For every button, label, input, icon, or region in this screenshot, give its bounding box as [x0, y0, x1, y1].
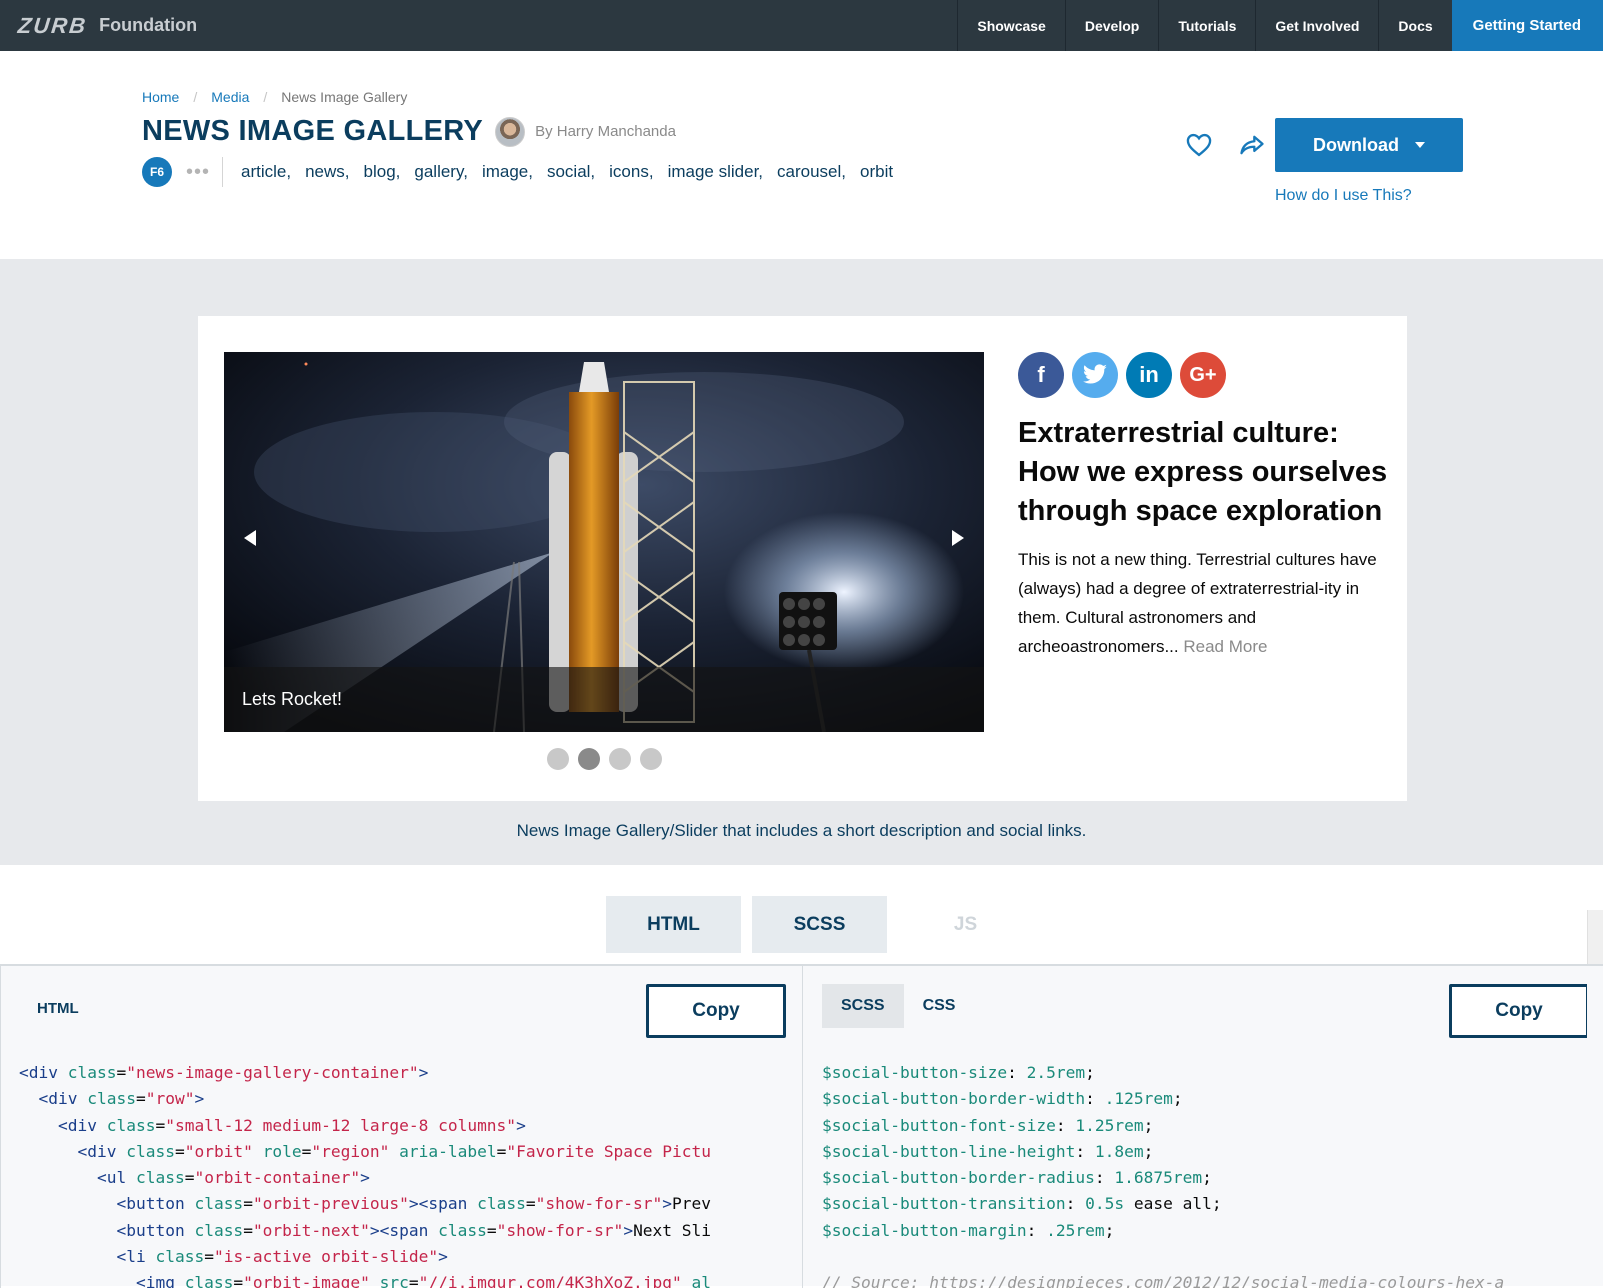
code-line: <div class="orbit" role="region" aria-la… — [77, 1141, 712, 1161]
code-line: $social-button-margin: .25rem; — [822, 1220, 1115, 1240]
breadcrumb-current: News Image Gallery — [281, 89, 408, 105]
brand-name: Foundation — [99, 15, 198, 35]
twitter-icon[interactable] — [1072, 352, 1118, 398]
tag-item[interactable]: image slider, — [668, 162, 763, 182]
facebook-icon[interactable]: f — [1018, 352, 1064, 398]
main-nav: Showcase Develop Tutorials Get Involved … — [957, 0, 1603, 51]
tab-scss[interactable]: SCSS — [752, 896, 887, 953]
article-title: Extraterrestrial culture: How we express… — [1018, 417, 1388, 527]
code-line: <button class="orbit-next"><span class="… — [116, 1220, 712, 1240]
code-line: $social-button-border-width: .125rem; — [822, 1089, 1183, 1109]
page-title: NEWS IMAGE GALLERY — [142, 115, 484, 147]
brand[interactable]: ZURB Foundation — [0, 0, 197, 51]
author-name[interactable]: By Harry Manchanda — [535, 123, 676, 140]
slider-next-button[interactable] — [952, 530, 964, 546]
title-row: NEWS IMAGE GALLERY By Harry Manchanda — [142, 115, 676, 148]
code-tabs: HTML SCSS JS — [606, 896, 1044, 953]
author-avatar[interactable] — [495, 116, 526, 147]
heart-icon[interactable] — [1185, 131, 1213, 159]
code-line: <div class="row"> — [38, 1089, 205, 1109]
subtab-scss[interactable]: SCSS — [822, 984, 904, 1028]
code-line: <div class="small-12 medium-12 large-8 c… — [57, 1115, 526, 1135]
preview-card: Lets Rocket! f in G+ Extraterrestrial cu… — [198, 316, 1407, 801]
code-line: $social-button-font-size: 1.25rem; — [822, 1115, 1154, 1135]
share-icon[interactable] — [1238, 131, 1266, 159]
copy-html-button[interactable]: Copy — [646, 984, 786, 1038]
download-button[interactable]: Download — [1275, 118, 1463, 172]
tag-item[interactable]: orbit — [860, 162, 893, 182]
nav-tutorials[interactable]: Tutorials — [1158, 0, 1255, 51]
tab-html[interactable]: HTML — [606, 896, 741, 953]
showcase-area: Lets Rocket! f in G+ Extraterrestrial cu… — [0, 259, 1603, 865]
tag-item[interactable]: blog, — [364, 162, 401, 182]
slider-bullet-3[interactable] — [609, 748, 631, 770]
nav-develop[interactable]: Develop — [1064, 0, 1158, 51]
slider-bullet-4[interactable] — [640, 748, 662, 770]
tab-js[interactable]: JS — [898, 896, 1033, 953]
nav-get-involved[interactable]: Get Involved — [1255, 0, 1378, 51]
download-label: Download — [1313, 134, 1399, 155]
zurb-logo: ZURB — [16, 12, 89, 38]
slider-previous-button[interactable] — [244, 530, 256, 546]
code-line: $social-button-size: 2.5rem; — [822, 1063, 1095, 1082]
code-area: HTML Copy <div class="news-image-gallery… — [0, 964, 1603, 1288]
more-icon[interactable]: ••• — [186, 162, 210, 182]
top-navbar: ZURB Foundation Showcase Develop Tutoria… — [0, 0, 1603, 51]
slide-caption: Lets Rocket! — [224, 667, 984, 732]
how-to-use-link[interactable]: How do I use This? — [1275, 187, 1412, 205]
html-panel-label: HTML — [37, 1000, 79, 1017]
copy-scss-button[interactable]: Copy — [1449, 984, 1587, 1038]
showcase-description: News Image Gallery/Slider that includes … — [516, 821, 1087, 840]
version-badge: F6 — [142, 157, 172, 187]
nav-showcase[interactable]: Showcase — [957, 0, 1064, 51]
code-line: $social-button-line-height: 1.8em; — [822, 1141, 1154, 1161]
caret-down-icon — [1415, 142, 1425, 148]
code-line: <div class="news-image-gallery-container… — [19, 1063, 429, 1082]
slider-bullet-1[interactable] — [547, 748, 569, 770]
nav-docs[interactable]: Docs — [1378, 0, 1451, 51]
tag-item[interactable]: carousel, — [777, 162, 846, 182]
breadcrumb-home[interactable]: Home — [142, 89, 179, 105]
page-header: Home / Media / News Image Gallery NEWS I… — [0, 51, 1603, 259]
code-line: <button class="orbit-previous"><span cla… — [116, 1194, 712, 1214]
meta-row: F6 ••• article, news, blog, gallery, ima… — [142, 157, 907, 187]
tag-item[interactable]: icons, — [609, 162, 653, 182]
scss-code-panel: SCSS CSS Copy $social-button-size: 2.5re… — [804, 966, 1587, 1288]
google-plus-icon[interactable]: G+ — [1180, 352, 1226, 398]
article-excerpt: This is not a new thing. Terrestrial cul… — [1018, 545, 1388, 661]
breadcrumb-media[interactable]: Media — [211, 89, 249, 105]
style-subtabs: SCSS CSS — [822, 984, 974, 1028]
tag-list: article, news, blog, gallery, image, soc… — [241, 162, 907, 182]
code-line: $social-button-transition: 0.5s ease all… — [822, 1194, 1222, 1214]
breadcrumb-separator: / — [263, 89, 268, 105]
divider — [222, 157, 224, 187]
slider-bullets — [547, 748, 671, 770]
code-line: <li class="is-active orbit-slide"> — [116, 1247, 448, 1267]
breadcrumb: Home / Media / News Image Gallery — [142, 89, 407, 105]
tag-item[interactable]: gallery, — [414, 162, 468, 182]
code-line: <ul class="orbit-container"> — [96, 1168, 370, 1188]
article-panel: f in G+ Extraterrestrial culture: How we… — [1018, 352, 1388, 661]
social-links: f in G+ — [1018, 352, 1388, 398]
twitter-bird-icon — [1082, 364, 1107, 384]
html-code-block[interactable]: <div class="news-image-gallery-container… — [19, 1060, 711, 1288]
tag-item[interactable]: news, — [305, 162, 349, 182]
linkedin-icon[interactable]: in — [1126, 352, 1172, 398]
html-code-panel: HTML Copy <div class="news-image-gallery… — [0, 966, 803, 1288]
subtab-css[interactable]: CSS — [904, 984, 975, 1028]
scss-code-block[interactable]: $social-button-size: 2.5rem; $social-but… — [822, 1060, 1504, 1288]
tag-item[interactable]: social, — [547, 162, 595, 182]
orbit-slider[interactable]: Lets Rocket! — [224, 352, 984, 732]
breadcrumb-separator: / — [193, 89, 198, 105]
slider-bullet-2[interactable] — [578, 748, 600, 770]
tag-item[interactable]: article, — [241, 162, 291, 182]
getting-started-button[interactable]: Getting Started — [1451, 0, 1603, 51]
read-more-link[interactable]: Read More — [1183, 637, 1267, 656]
code-line: $social-button-border-radius: 1.6875rem; — [822, 1168, 1212, 1188]
tag-item[interactable]: image, — [482, 162, 533, 182]
